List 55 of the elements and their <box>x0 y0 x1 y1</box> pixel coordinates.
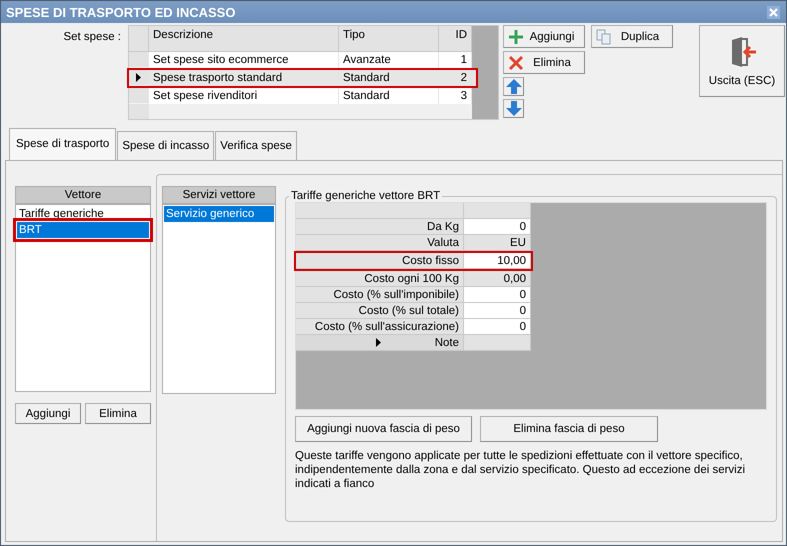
value-cell[interactable]: 10,00 <box>464 253 531 269</box>
column-header: Vettore <box>15 186 151 204</box>
column-header: Servizi vettore <box>162 186 276 204</box>
info-text: Queste tariffe vengono applicate per tutte le spedizioni effettuate con il vettore specifico, indipendentemente dalla zona e dal servizio specificato. Questo ad eccezione dei servizi indicati a fianco <box>295 449 746 491</box>
list-item[interactable]: Servizio generico <box>164 206 274 222</box>
row-label: Costo (% sul totale) <box>296 303 464 319</box>
list-item[interactable]: BRT <box>17 222 149 238</box>
move-up-button[interactable] <box>503 77 524 96</box>
row-label: Da Kg <box>296 219 464 235</box>
close-icon[interactable] <box>767 6 780 18</box>
table-row[interactable]: Set spese sito ecommerce Avanzate 1 <box>129 52 472 68</box>
table-cell: Spese trasporto standard <box>149 70 339 86</box>
weight-band-button[interactable]: Aggiungi nuova fascia di peso <box>295 416 472 442</box>
row-header[interactable] <box>129 70 149 86</box>
delete-button[interactable]: Elimina <box>503 51 585 74</box>
row-label: Costo fisso <box>296 253 464 269</box>
move-down-button[interactable] <box>503 99 524 118</box>
row-label: Note <box>296 335 464 351</box>
row-label: Costo ogni 100 Kg <box>296 271 464 287</box>
window-title: SPESE DI TRASPORTO ED INCASSO <box>6 4 236 20</box>
weight-band-button[interactable]: Elimina fascia di peso <box>480 416 658 442</box>
value-cell[interactable]: 0 <box>464 319 531 335</box>
value-cell[interactable] <box>464 335 531 351</box>
table-cell: Standard <box>339 70 439 86</box>
duplicate-button[interactable]: Duplica <box>591 25 673 48</box>
table-cell: 2 <box>439 70 472 86</box>
cross-icon <box>508 54 524 70</box>
row-label: Valuta <box>296 235 464 251</box>
value-cell[interactable]: 0 <box>464 303 531 319</box>
value-cell[interactable]: EU <box>464 235 531 251</box>
list-button[interactable]: Elimina <box>85 403 151 424</box>
table-row[interactable]: Set spese rivenditori Standard 3 <box>129 88 472 104</box>
tab[interactable]: Spese di trasporto <box>9 128 116 160</box>
table-row[interactable]: Spese trasporto standard Standard 2 <box>127 68 478 88</box>
plus-icon <box>508 28 524 44</box>
value-cell[interactable]: 0 <box>464 287 531 303</box>
column-header: Descrizione <box>149 26 339 52</box>
value-cell[interactable]: 0,00 <box>464 271 531 287</box>
row-label: Costo (% sull'assicurazione) <box>296 319 464 335</box>
copy-icon <box>596 28 612 44</box>
value-cell[interactable]: 0 <box>464 219 531 235</box>
row-pointer-icon <box>136 73 141 82</box>
list-item[interactable]: Tariffe generiche <box>17 206 149 222</box>
up-arrow-icon <box>506 79 522 94</box>
add-button[interactable]: Aggiungi <box>503 25 585 48</box>
row-label: Costo (% sull'imponibile) <box>296 287 464 303</box>
down-arrow-icon <box>506 101 522 116</box>
tab[interactable]: Verifica spese <box>215 131 297 160</box>
tab[interactable]: Spese di incasso <box>117 131 214 160</box>
column-header: ID <box>439 26 472 52</box>
list-button[interactable]: Aggiungi <box>15 403 81 424</box>
column-header: Tipo <box>339 26 439 52</box>
field-label: Set spese : <box>62 31 122 45</box>
group-title: Tariffe generiche vettore BRT <box>290 190 442 202</box>
exit-button[interactable]: Uscita (ESC) <box>699 25 785 97</box>
